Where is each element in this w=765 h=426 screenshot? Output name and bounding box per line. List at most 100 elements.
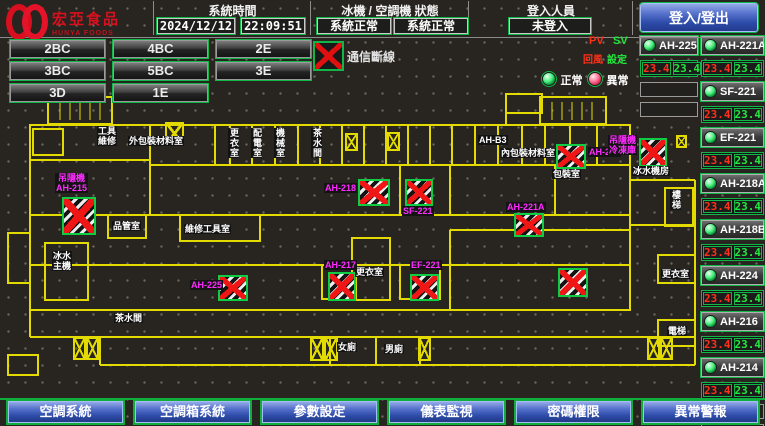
abnormal-lamp-icon bbox=[588, 72, 602, 86]
shaft-marker-icon bbox=[647, 337, 660, 360]
status-lamp-icon bbox=[704, 223, 717, 236]
room-label: 樓梯 bbox=[670, 190, 681, 210]
unit-button-ah-221a[interactable]: AH-221A bbox=[701, 36, 764, 55]
nav-button-2[interactable]: 空調箱系統 bbox=[135, 401, 250, 423]
nav-button-3[interactable]: 參數設定 bbox=[262, 401, 377, 423]
room-label: 冰水 主機 bbox=[52, 251, 72, 271]
device-label: 吊隱機 冷凍庫 bbox=[608, 135, 637, 155]
floor-button-3e[interactable]: 3E bbox=[216, 62, 311, 80]
room-label: 冰水機房 bbox=[632, 166, 670, 176]
room-label: 更衣室 bbox=[355, 267, 384, 277]
login-label: 登入人員 bbox=[470, 2, 632, 16]
ahu-device-offline-icon[interactable] bbox=[410, 274, 439, 301]
status-lamp-icon bbox=[704, 39, 717, 52]
room-label: 茶水間 bbox=[114, 313, 143, 323]
brand-logo: 宏亞食品 HUNYA FOODS bbox=[6, 4, 120, 45]
floor-button-4bc[interactable]: 4BC bbox=[113, 40, 208, 58]
system-time-label: 系統時間 bbox=[155, 2, 310, 16]
sv-value: 23.4 bbox=[734, 154, 763, 167]
pv-desc: 回風 bbox=[583, 51, 603, 66]
unit-button-ah-218b[interactable]: AH-218B bbox=[701, 220, 764, 239]
shaft-marker-icon bbox=[676, 135, 687, 148]
status-lamp-icon bbox=[704, 177, 717, 190]
header-divider bbox=[632, 1, 633, 35]
unit-button-ah-214[interactable]: AH-214 bbox=[701, 358, 764, 377]
comm-fail-label: 通信斷線 bbox=[347, 48, 395, 65]
comm-fail-icon bbox=[313, 41, 344, 71]
floor-button-3d[interactable]: 3D bbox=[10, 84, 105, 102]
ahu-device-offline-icon[interactable] bbox=[639, 138, 667, 167]
ahu-device-offline-icon[interactable] bbox=[514, 213, 544, 237]
floor-button-5bc[interactable]: 5BC bbox=[113, 62, 208, 80]
ahu-device-offline-icon[interactable] bbox=[405, 179, 433, 206]
system-date: 2024/12/12 bbox=[157, 18, 235, 34]
pv-value: 23.4 bbox=[703, 384, 732, 397]
unit-name: AH-224 bbox=[720, 270, 758, 282]
unit-button-sf-221[interactable]: SF-221 bbox=[701, 82, 764, 101]
machine-status-label: 冰機 / 空調機 狀態 bbox=[312, 2, 468, 16]
pv-value: 23.4 bbox=[703, 62, 732, 75]
ahu-device-offline-icon[interactable] bbox=[358, 179, 390, 206]
status-lamp-icon bbox=[704, 131, 717, 144]
bottom-separator bbox=[0, 398, 765, 400]
pv-value: 23.4 bbox=[703, 154, 732, 167]
sv-desc: 設定 bbox=[607, 51, 627, 66]
unit-name: AH-221A bbox=[720, 40, 765, 52]
unit-values: 23.423.4 bbox=[701, 152, 764, 169]
shaft-marker-icon bbox=[345, 133, 358, 151]
ahu-device-offline-icon[interactable] bbox=[328, 272, 356, 301]
nav-button-1[interactable]: 空調系統 bbox=[8, 401, 123, 423]
unit-button-ah-216[interactable]: AH-216 bbox=[701, 312, 764, 331]
ahu-device-offline-icon[interactable] bbox=[556, 144, 586, 169]
empty-slot bbox=[640, 82, 698, 97]
floor-button-2bc[interactable]: 2BC bbox=[10, 40, 105, 58]
header-divider bbox=[310, 1, 311, 35]
unit-button-ah-218a[interactable]: AH-218A bbox=[701, 174, 764, 193]
room-label: 更衣室 bbox=[661, 269, 690, 279]
unit-button-ef-221[interactable]: EF-221 bbox=[701, 128, 764, 147]
device-label: EF-221 bbox=[410, 260, 442, 270]
room-label: 品管室 bbox=[112, 221, 141, 231]
status-lamp-icon bbox=[643, 39, 656, 52]
sv-value: 23.4 bbox=[734, 108, 763, 121]
unit-values: 23.423.4 bbox=[701, 198, 764, 215]
floor-button-2e[interactable]: 2E bbox=[216, 40, 311, 58]
login-logout-button[interactable]: 登入/登出 bbox=[640, 3, 758, 32]
unit-values: 23.423.4 bbox=[701, 60, 764, 77]
unit-name: AH-216 bbox=[720, 316, 758, 328]
pv-value: 23.4 bbox=[703, 108, 732, 121]
nav-button-6[interactable]: 異常警報 bbox=[643, 401, 758, 423]
unit-button-ah-225[interactable]: AH-225 bbox=[640, 36, 698, 55]
sv-legend: SV bbox=[613, 35, 628, 47]
floor-button-3bc[interactable]: 3BC bbox=[10, 62, 105, 80]
unit-values: 23.423.4 bbox=[701, 290, 764, 307]
device-label: 吊隱機 AH-215 bbox=[55, 173, 88, 193]
floor-button-1e[interactable]: 1E bbox=[113, 84, 208, 102]
sv-value: 23.4 bbox=[734, 292, 763, 305]
room-label: 外包裝材料室 bbox=[128, 136, 184, 146]
chiller-status-box: 系統正常 bbox=[317, 18, 391, 34]
hmi-screen: 宏亞食品 HUNYA FOODS 系統時間 2024/12/12 22:09:5… bbox=[0, 0, 765, 426]
unit-name: AH-218B bbox=[720, 224, 765, 236]
shaft-marker-icon bbox=[86, 337, 99, 360]
device-label: AH-217 bbox=[324, 260, 357, 270]
nav-button-4[interactable]: 儀表監視 bbox=[389, 401, 504, 423]
pv-value: 23.4 bbox=[703, 200, 732, 213]
pv-legend: PV bbox=[589, 35, 604, 47]
ahu-device-offline-icon[interactable] bbox=[558, 268, 588, 297]
shaft-marker-icon bbox=[387, 132, 400, 151]
sv-value: 23.4 bbox=[734, 200, 763, 213]
bottom-nav: 空調系統空調箱系統參數設定儀表監視密碼權限異常警報 bbox=[0, 401, 765, 426]
status-lamp-icon bbox=[704, 85, 717, 98]
nav-button-5[interactable]: 密碼權限 bbox=[516, 401, 631, 423]
ahu-device-offline-icon[interactable] bbox=[62, 197, 96, 235]
pv-value: 23.4 bbox=[642, 62, 671, 75]
unit-button-ah-224[interactable]: AH-224 bbox=[701, 266, 764, 285]
header-divider bbox=[153, 1, 154, 35]
room-label: 電梯 bbox=[667, 326, 687, 336]
room-label: 女廁 bbox=[337, 342, 357, 352]
sv-value: 23.4 bbox=[734, 338, 763, 351]
room-label: 內包裝材料室 bbox=[500, 148, 556, 158]
room-label: 更衣室 bbox=[228, 128, 239, 158]
room-label: 包裝室 bbox=[552, 169, 581, 179]
